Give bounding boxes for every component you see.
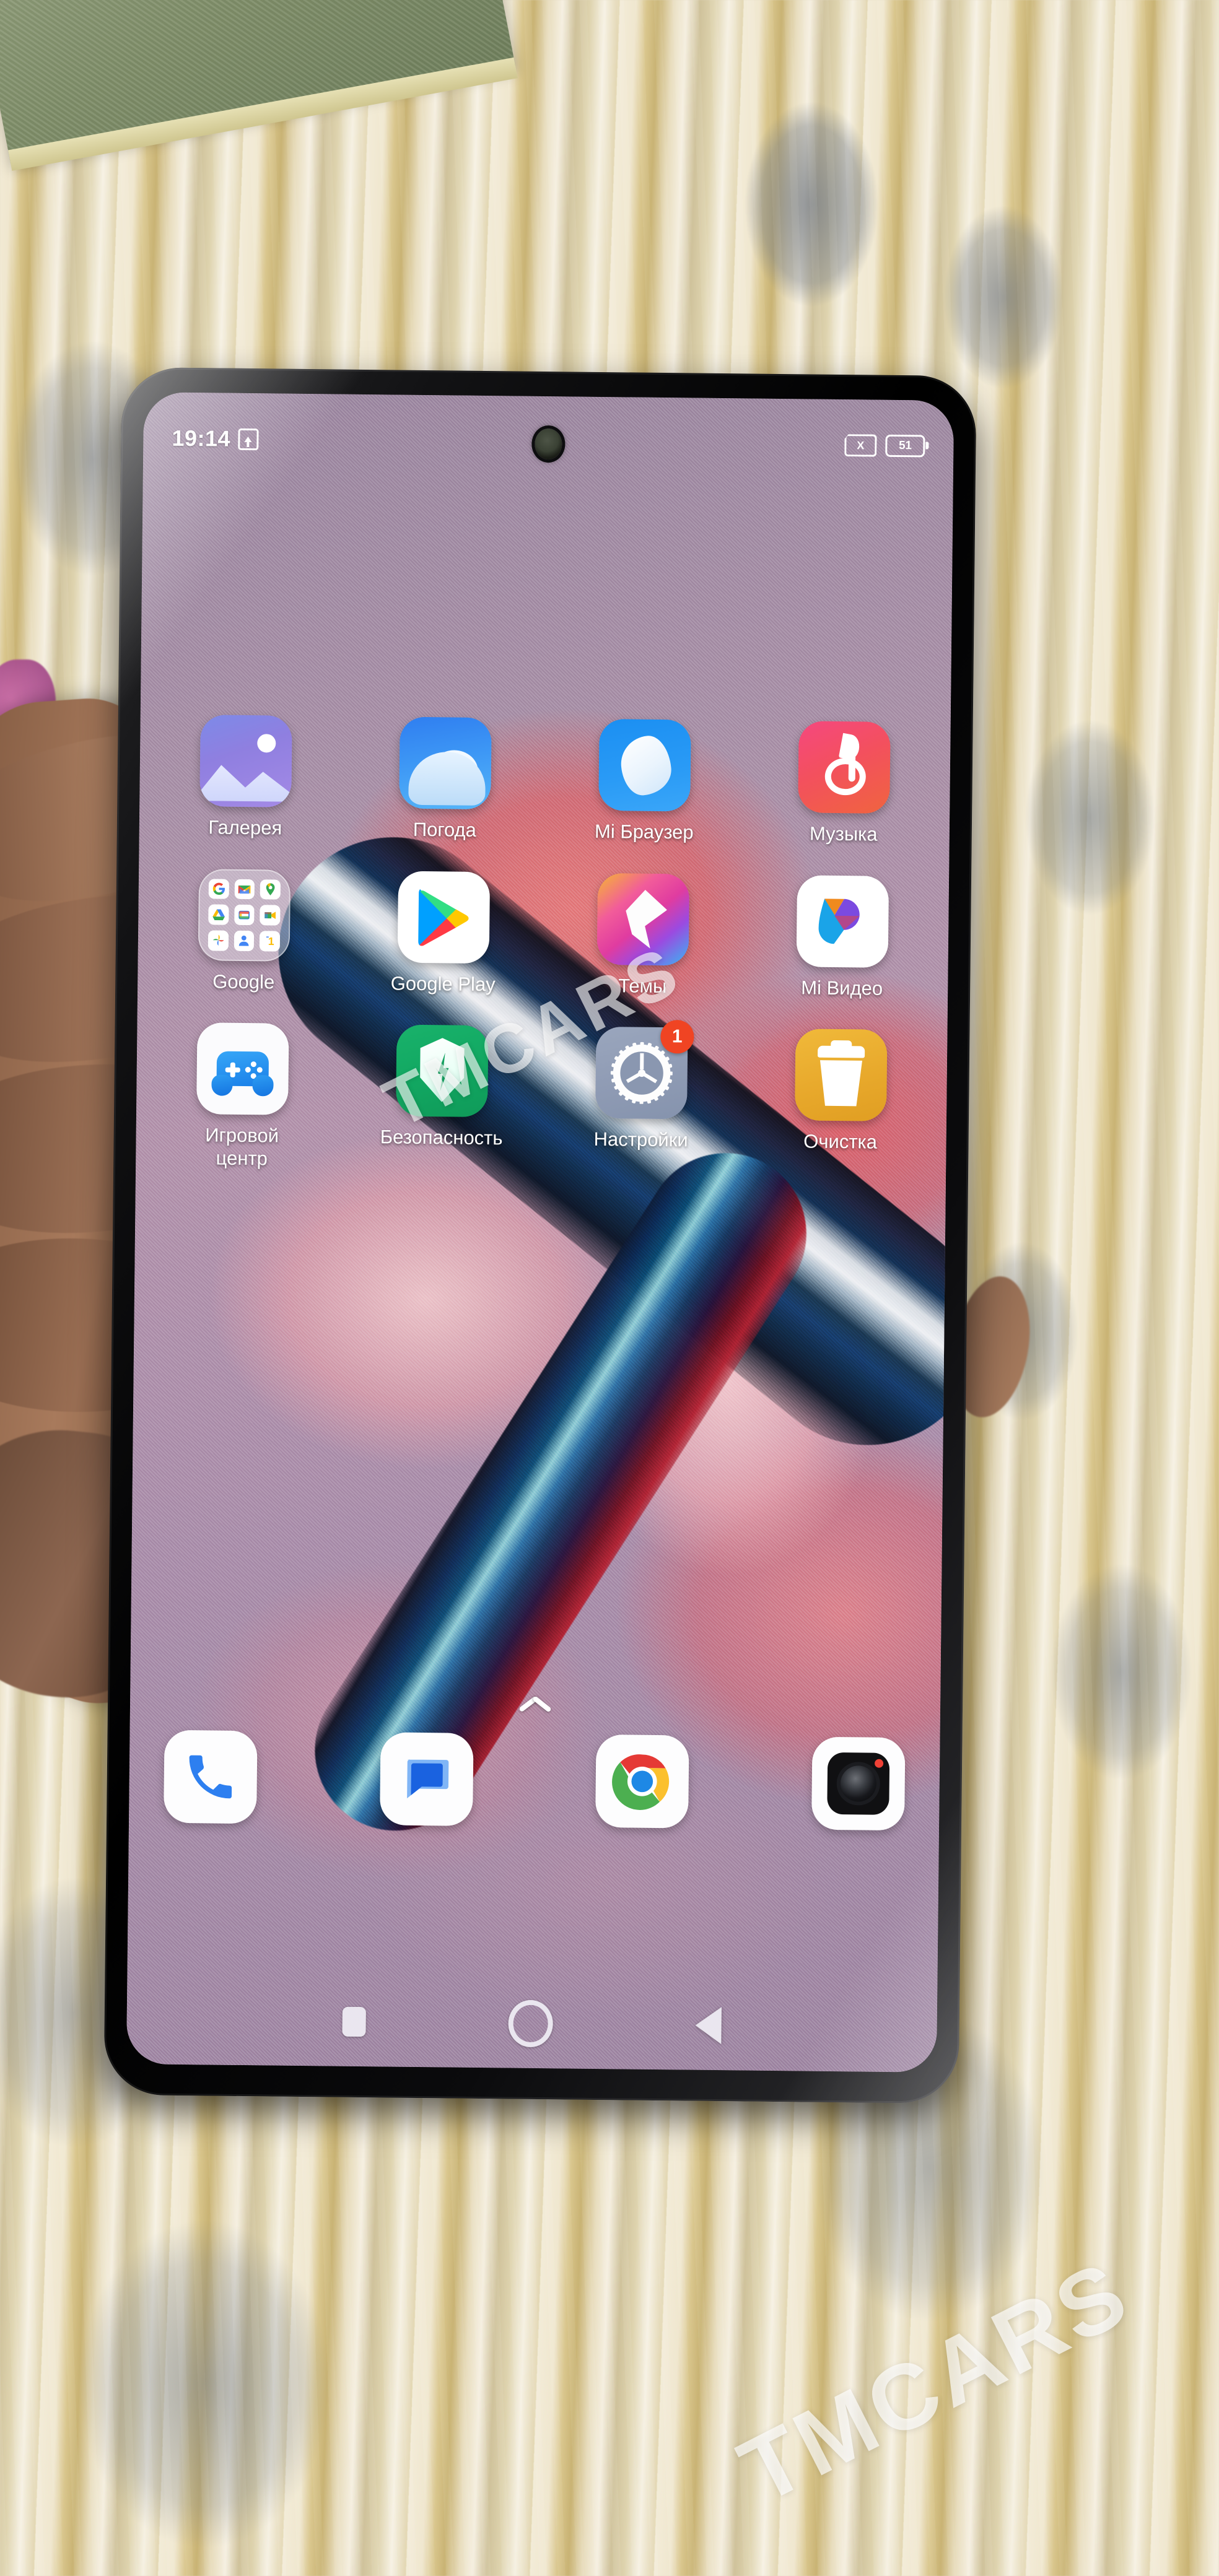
battery-icon: 51	[885, 434, 925, 458]
app-cleaner[interactable]: Очистка	[762, 1029, 919, 1177]
app-label: Google	[212, 970, 275, 993]
themes-icon[interactable]	[596, 872, 690, 966]
app-label: Mi Видео	[801, 976, 883, 999]
messages-app[interactable]	[379, 1732, 474, 1826]
app-gallery[interactable]: Галерея	[168, 715, 324, 840]
game-center-icon[interactable]	[196, 1022, 289, 1115]
triangle-back-icon[interactable]	[695, 2006, 722, 2045]
security-icon[interactable]	[396, 1024, 489, 1118]
phone-app[interactable]	[164, 1730, 258, 1824]
gear-icon	[610, 1042, 673, 1105]
status-bar-left: 19:14	[172, 425, 259, 452]
app-label: Настройки	[593, 1128, 688, 1151]
mini-google-photos-icon	[208, 930, 229, 951]
status-bar: 19:14 X 51	[143, 416, 954, 469]
app-row: Игровой центр Безопасность 1 Настройки О…	[164, 1020, 919, 1177]
app-label: Погода	[413, 818, 477, 841]
app-weather[interactable]: Погода	[367, 716, 523, 842]
battery-percent: 51	[898, 438, 912, 453]
phone-screen[interactable]: 19:14 X 51 Галерея Погода Mi Браузер Муз…	[126, 392, 955, 2073]
chrome-icon	[612, 1754, 670, 1810]
sim-card-no-signal-icon: X	[844, 434, 876, 457]
app-grid: Галерея Погода Mi Браузер Музыка 1 Googl…	[136, 714, 951, 1207]
app-row: Галерея Погода Mi Браузер Музыка	[168, 715, 922, 846]
google-play-icon[interactable]	[397, 871, 491, 964]
svg-text:1: 1	[268, 935, 274, 947]
gallery-icon[interactable]	[199, 715, 292, 807]
app-label: Музыка	[809, 822, 878, 845]
circle-home-icon[interactable]	[508, 1999, 554, 2048]
cleaner-icon[interactable]	[794, 1029, 888, 1121]
app-google-play[interactable]: Google Play	[365, 871, 522, 996]
app-label: Google Play	[390, 972, 496, 995]
weather-icon[interactable]	[399, 716, 492, 810]
square-recents-icon[interactable]	[342, 2006, 366, 2037]
app-mi-video[interactable]: Mi Видео	[764, 874, 920, 1000]
mini-contacts-icon	[234, 930, 255, 951]
mi-browser-icon[interactable]	[598, 718, 691, 812]
status-time: 19:14	[172, 425, 231, 451]
mini-gmail-icon	[234, 879, 255, 900]
music-icon[interactable]	[798, 721, 891, 814]
mi-video-icon[interactable]	[796, 874, 889, 968]
app-label: Очистка	[803, 1130, 878, 1153]
app-mi-browser[interactable]: Mi Браузер	[567, 718, 723, 844]
camera-app[interactable]	[811, 1736, 906, 1831]
upload-arrow-icon	[237, 428, 259, 450]
settings-icon[interactable]: 1	[595, 1020, 694, 1120]
phone-device: 19:14 X 51 Галерея Погода Mi Браузер Муз…	[103, 367, 977, 2104]
mini-drive-icon	[208, 904, 229, 925]
status-bar-right: X 51	[844, 434, 925, 458]
app-label: Галерея	[208, 816, 282, 839]
app-music[interactable]: Музыка	[766, 721, 922, 846]
app-label: Игровой центр	[205, 1124, 279, 1170]
app-google-folder[interactable]: 1 Google	[166, 868, 322, 994]
app-label: Mi Браузер	[594, 820, 694, 843]
camera-icon	[827, 1752, 890, 1815]
messages-icon	[406, 1759, 448, 1799]
app-themes[interactable]: Темы	[565, 872, 721, 998]
settings-notification-badge: 1	[660, 1020, 694, 1054]
app-row: 1 Google Google Play Темы Mi Видео	[166, 868, 920, 1000]
dock	[129, 1730, 940, 1831]
photo-scene: 19:14 X 51 Галерея Погода Mi Браузер Муз…	[0, 0, 1219, 2576]
mini-maps-icon	[260, 879, 281, 900]
app-label: Безопасность	[380, 1126, 503, 1149]
navigation-bar	[126, 1996, 937, 2052]
mini-meet-icon	[260, 905, 281, 926]
app-security[interactable]: Безопасность	[364, 1024, 520, 1173]
app-label: Темы	[618, 974, 667, 997]
mini-google-icon	[208, 878, 229, 899]
app-settings[interactable]: 1 Настройки	[563, 1020, 719, 1175]
mini-photos-icon	[234, 905, 255, 926]
google-folder-icon[interactable]: 1	[198, 868, 291, 962]
mini-google-one-icon: 1	[260, 931, 281, 952]
app-game-center[interactable]: Игровой центр	[164, 1022, 320, 1171]
chrome-app[interactable]	[595, 1734, 689, 1829]
chevron-up-icon[interactable]	[519, 1695, 551, 1715]
phone-icon	[189, 1755, 232, 1799]
